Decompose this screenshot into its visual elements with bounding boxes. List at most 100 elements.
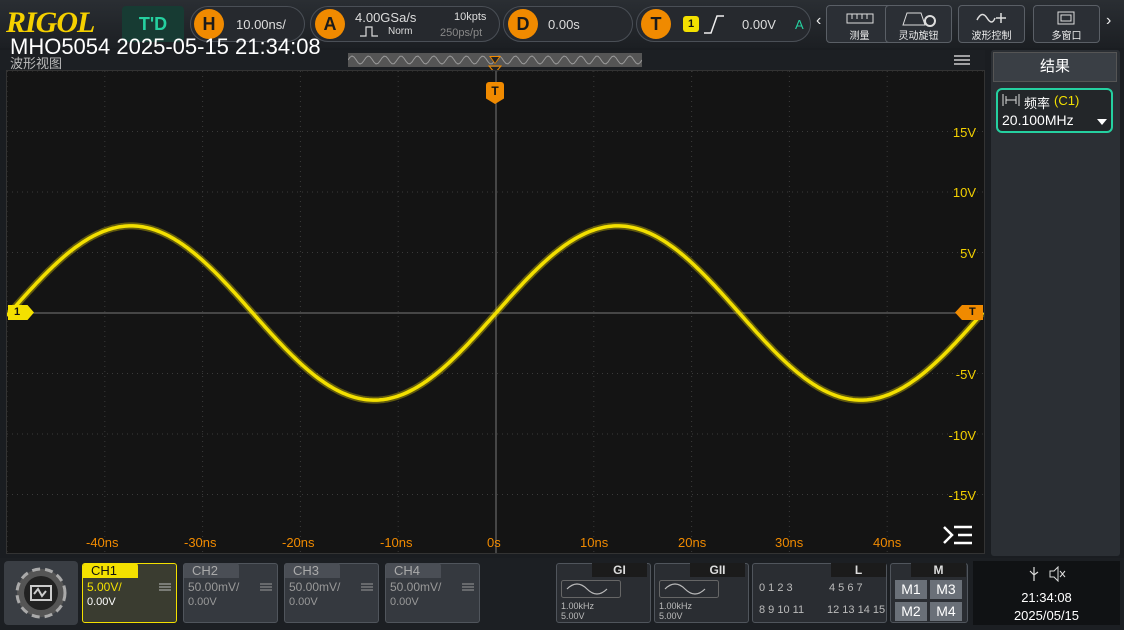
math-m4[interactable]: M4 <box>930 602 962 621</box>
memory-depth: 10kpts <box>454 11 487 23</box>
measure-icon <box>1002 94 1020 106</box>
x-tick-label: 20ns <box>678 535 707 550</box>
overlay-title: MHO5054 2025-05-15 21:34:08 <box>10 34 321 59</box>
sine-icon <box>561 580 621 598</box>
clock-date: 2025/05/15 <box>1013 608 1080 623</box>
math-box[interactable]: M M1 M3 M2 M4 <box>890 563 968 623</box>
status-area: 21:34:08 2025/05/15 <box>973 561 1120 625</box>
generator-1-amp: 5.00V <box>561 611 585 621</box>
delay-badge: D <box>508 9 538 39</box>
ch1-trace-line <box>7 224 984 402</box>
ch2-box[interactable]: CH2 50.00mV/ 0.00V <box>183 563 278 623</box>
x-tick-label: 30ns <box>775 535 804 550</box>
windows-icon <box>1057 11 1074 25</box>
channel-menu-icon <box>361 583 373 591</box>
menu-icon[interactable] <box>953 53 971 67</box>
trigger-badge: T <box>641 9 671 39</box>
multi-window-button[interactable]: 多窗口 <box>1033 5 1100 43</box>
next-arrow-icon[interactable]: › <box>1106 12 1111 30</box>
y-tick-label: -10V <box>948 428 976 443</box>
x-tick-label: -10ns <box>380 535 413 550</box>
rising-edge-icon <box>704 15 724 34</box>
ch4-box[interactable]: CH4 50.00mV/ 0.00V <box>385 563 480 623</box>
ch1-offset: 0.00V <box>87 596 116 608</box>
generator-1-freq: 1.00kHz <box>561 601 595 611</box>
channel-menu-icon <box>159 583 171 591</box>
results-panel: 结果 频率 (C1) 20.100MHz <box>991 50 1120 556</box>
measure-button[interactable]: 测量 <box>826 5 893 43</box>
measure-channel: (C1) <box>1054 93 1080 108</box>
ch1-trace <box>7 222 984 404</box>
logic-row2b: 12 13 14 15 <box>827 604 886 616</box>
acquire-mode: Norm <box>388 26 413 37</box>
y-tick-label: -5V <box>955 367 976 382</box>
resolution: 250ps/pt <box>440 27 483 39</box>
results-title: 结果 <box>993 52 1117 82</box>
wave-control-icon <box>975 13 1006 23</box>
wave-control-label: 波形控制 <box>971 31 1012 42</box>
speaker-muted-icon[interactable] <box>1049 566 1067 582</box>
knob-icon <box>901 12 936 27</box>
x-tick-label: -20ns <box>282 535 315 550</box>
smart-knob-button[interactable]: 灵动旋钮 <box>885 5 952 43</box>
delay-value: 0.00s <box>548 17 580 32</box>
home-button[interactable] <box>4 561 78 625</box>
y-tick-label: 10V <box>952 185 976 200</box>
ch3-name: CH3 <box>285 563 340 578</box>
channel-menu-icon <box>260 583 272 591</box>
generator-1-box[interactable]: GI 1.00kHz 5.00V <box>556 563 651 623</box>
smart-knob-label: 灵动旋钮 <box>898 31 939 42</box>
sine-icon <box>659 580 719 598</box>
trigger-level: 0.00V <box>742 17 776 32</box>
ch2-name: CH2 <box>184 563 239 578</box>
math-m3[interactable]: M3 <box>930 580 962 599</box>
x-tick-label: 0s <box>487 535 501 550</box>
generator-2-freq: 1.00kHz <box>659 601 693 611</box>
y-tick-label: 15V <box>952 125 976 140</box>
math-m1[interactable]: M1 <box>895 580 927 599</box>
x-tick-label: 10ns <box>580 535 609 550</box>
generator-1-name: GI <box>592 563 647 577</box>
ch1-scale: 5.00V/ <box>87 580 122 594</box>
frequency-measurement-item[interactable]: 频率 (C1) 20.100MHz <box>996 88 1113 133</box>
math-m2[interactable]: M2 <box>895 602 927 621</box>
sample-rate: 4.00GSa/s <box>355 10 417 25</box>
trigger-mode: A <box>795 17 804 32</box>
ch2-scale: 50.00mV/ <box>188 580 240 594</box>
chevron-down-icon[interactable] <box>1096 118 1108 126</box>
usb-icon <box>1029 567 1039 581</box>
logic-box[interactable]: L 0 1 2 3 4 5 6 7 8 9 10 11 12 13 14 15 <box>752 563 887 623</box>
math-title: M <box>911 563 966 577</box>
generator-2-box[interactable]: GII 1.00kHz 5.00V <box>654 563 749 623</box>
ch1-name: CH1 <box>83 563 138 578</box>
ch4-name: CH4 <box>386 563 441 578</box>
x-tick-label: 40ns <box>873 535 902 550</box>
gear-home-icon <box>15 567 67 619</box>
trigger-channel-badge: 1 <box>683 16 699 32</box>
measure-label: 测量 <box>849 31 870 42</box>
prev-arrow-icon[interactable]: ‹ <box>816 12 821 30</box>
x-tick-label: -30ns <box>184 535 217 550</box>
multi-window-label: 多窗口 <box>1051 31 1082 42</box>
logic-row1a: 0 1 2 3 <box>759 582 793 594</box>
generator-2-amp: 5.00V <box>659 611 683 621</box>
acquire-mode-icon <box>360 26 378 37</box>
generator-2-name: GII <box>690 563 745 577</box>
logic-title: L <box>831 563 886 577</box>
logic-row1b: 4 5 6 7 <box>829 582 863 594</box>
y-tick-label: 5V <box>960 246 976 261</box>
ch2-offset: 0.00V <box>188 596 217 608</box>
ch3-offset: 0.00V <box>289 596 318 608</box>
ch3-box[interactable]: CH3 50.00mV/ 0.00V <box>284 563 379 623</box>
y-tick-label: -15V <box>948 488 976 503</box>
timebase-value: 10.00ns/ <box>236 17 286 32</box>
ch4-scale: 50.00mV/ <box>390 580 442 594</box>
collapse-menu-icon[interactable] <box>942 524 974 546</box>
measure-name: 频率 <box>1024 96 1051 111</box>
ch4-offset: 0.00V <box>390 596 419 608</box>
x-tick-label: -40ns <box>86 535 119 550</box>
measure-value: 20.100MHz <box>1002 112 1074 128</box>
wave-control-button[interactable]: 波形控制 <box>958 5 1025 43</box>
waveform-display[interactable] <box>6 70 985 554</box>
ch1-box[interactable]: CH1 5.00V/ 0.00V <box>82 563 177 623</box>
